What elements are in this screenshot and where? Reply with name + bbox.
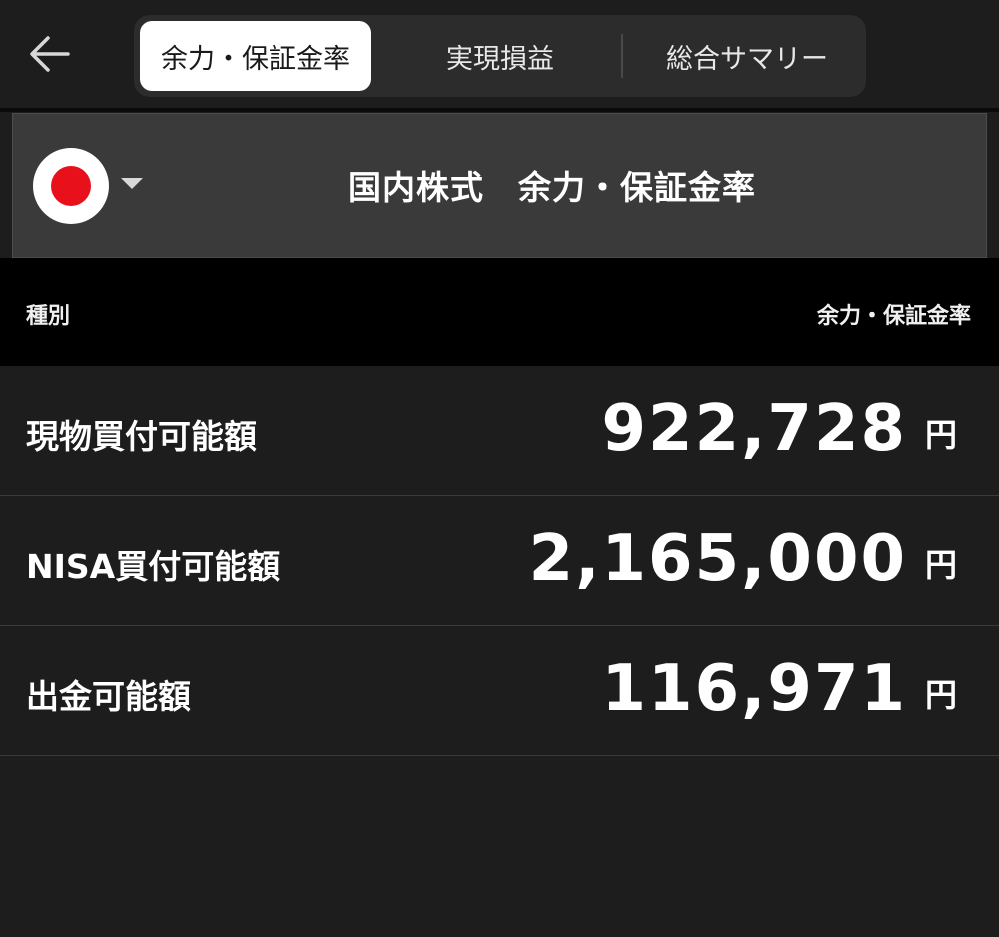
balance-list: 現物買付可能額 922,728 円 NISA買付可能額 2,165,000 円 … — [0, 366, 999, 756]
table-row: 出金可能額 116,971 円 — [0, 626, 999, 756]
row-label: 出金可能額 — [26, 677, 191, 716]
chevron-down-icon[interactable] — [121, 178, 143, 189]
tab-margin-ratio[interactable]: 余力・保証金率 — [140, 21, 371, 91]
row-label: NISA買付可能額 — [26, 547, 281, 586]
row-value: 2,165,000 — [528, 522, 907, 596]
tab-realized-pnl[interactable]: 実現損益 — [389, 21, 611, 91]
market-title: 国内株式 余力・保証金率 — [348, 168, 756, 207]
tab-segmented-control: 余力・保証金率 実現損益 総合サマリー — [134, 15, 866, 97]
row-unit: 円 — [924, 676, 957, 714]
app-screen: 余力・保証金率 実現損益 総合サマリー 国内株式 余力・保証金率 種別 余力・保… — [0, 0, 999, 937]
column-header-margin: 余力・保証金率 — [816, 304, 971, 329]
topbar-divider — [0, 108, 999, 112]
row-value: 116,971 — [601, 652, 907, 726]
table-row: 現物買付可能額 922,728 円 — [0, 366, 999, 496]
table-row: NISA買付可能額 2,165,000 円 — [0, 496, 999, 626]
row-value: 922,728 — [601, 392, 907, 466]
back-button[interactable] — [22, 26, 78, 82]
tab-summary[interactable]: 総合サマリー — [633, 21, 861, 91]
flag-sun — [51, 166, 91, 206]
back-arrow-icon — [30, 36, 70, 72]
row-unit: 円 — [924, 546, 957, 584]
table-column-header: 種別 余力・保証金率 — [0, 258, 999, 366]
top-navigation-bar: 余力・保証金率 実現損益 総合サマリー — [0, 0, 999, 108]
market-header: 国内株式 余力・保証金率 — [12, 113, 987, 258]
tab-divider — [621, 34, 623, 78]
column-header-type: 種別 — [26, 304, 71, 329]
row-label: 現物買付可能額 — [26, 417, 257, 456]
row-unit: 円 — [924, 416, 957, 454]
japan-flag-icon[interactable] — [33, 148, 109, 224]
